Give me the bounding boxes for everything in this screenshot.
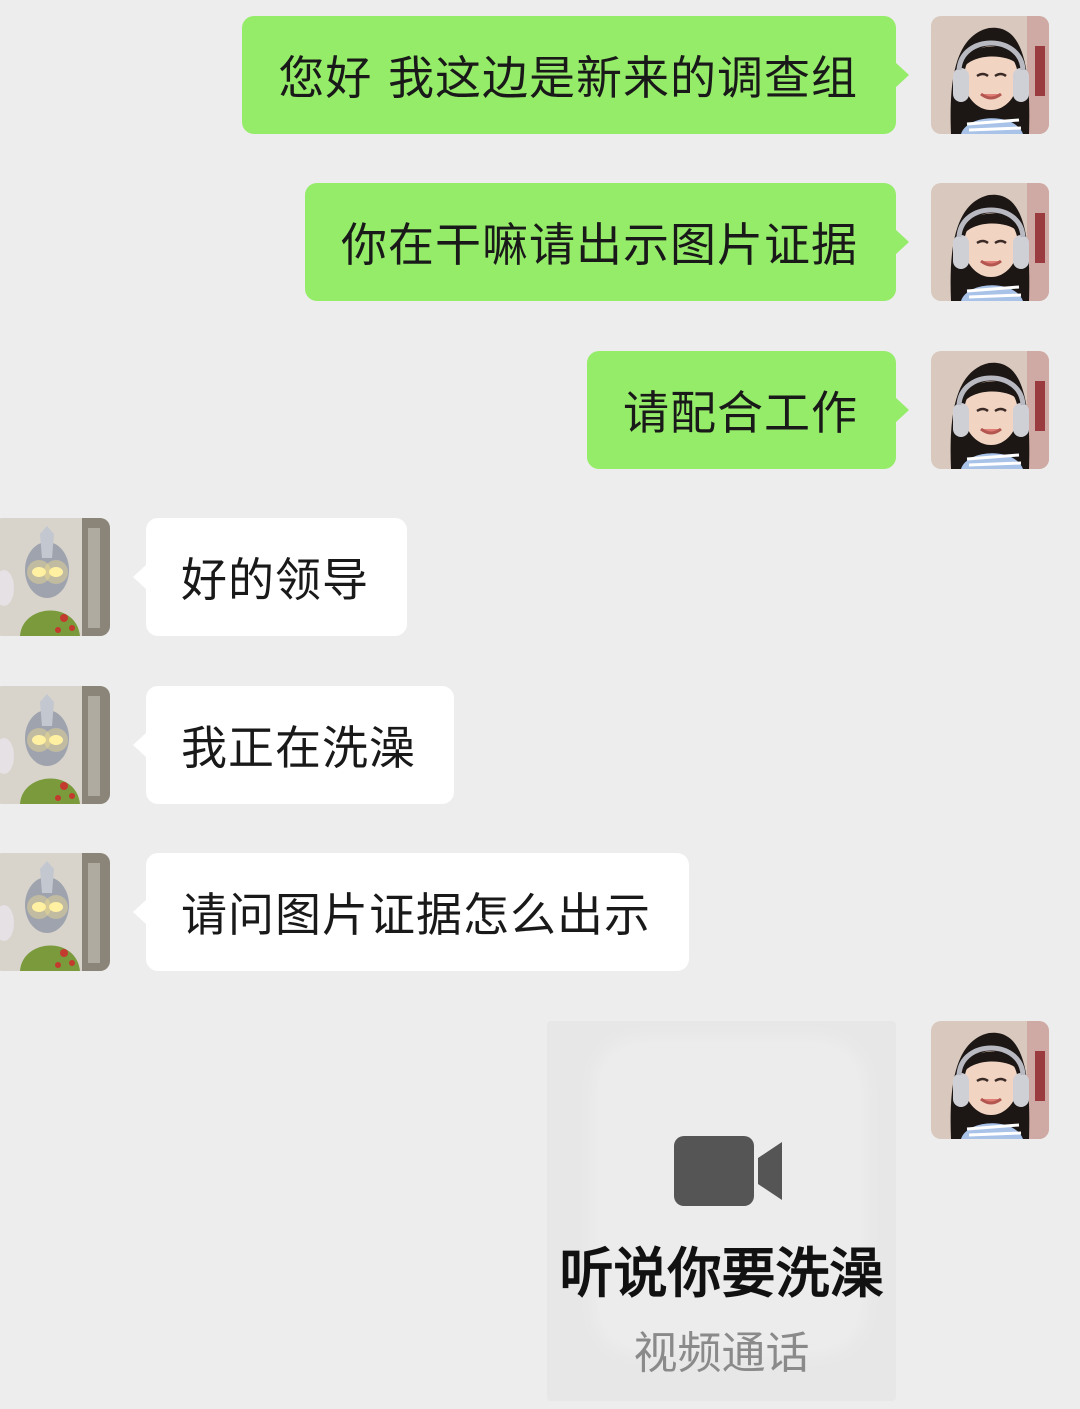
video-camera-icon [674,1136,784,1210]
message-row [0,1021,1080,1139]
video-card-subtitle: 视频通话 [633,1328,810,1379]
contact-avatar[interactable] [0,853,110,971]
message-row: 好的领导 [0,518,1080,636]
my-message-bubble[interactable]: 你在干嘛请出示图片证据 [305,183,909,301]
contact-avatar[interactable] [0,686,110,804]
their-message-bubble[interactable]: 我正在洗澡 [133,686,454,804]
contact-avatar[interactable] [0,518,110,636]
video-call-card[interactable]: 听说你要洗澡 视频通话 [547,1021,896,1401]
message-row: 我正在洗澡 [0,686,1080,804]
my-avatar[interactable] [931,351,1049,469]
my-message-bubble[interactable]: 请配合工作 [587,351,909,469]
video-card-title: 听说你要洗澡 [559,1242,884,1305]
message-row: 你在干嘛请出示图片证据 [0,183,1080,301]
message-row: 请问图片证据怎么出示 [0,853,1080,971]
my-avatar[interactable] [931,16,1049,134]
my-message-bubble[interactable]: 您好 我这边是新来的调查组 [242,16,909,134]
my-avatar[interactable] [931,183,1049,301]
my-avatar[interactable] [931,1021,1049,1139]
their-message-bubble[interactable]: 请问图片证据怎么出示 [133,853,689,971]
message-row: 您好 我这边是新来的调查组 [0,16,1080,134]
message-row: 请配合工作 [0,351,1080,469]
their-message-bubble[interactable]: 好的领导 [133,518,407,636]
